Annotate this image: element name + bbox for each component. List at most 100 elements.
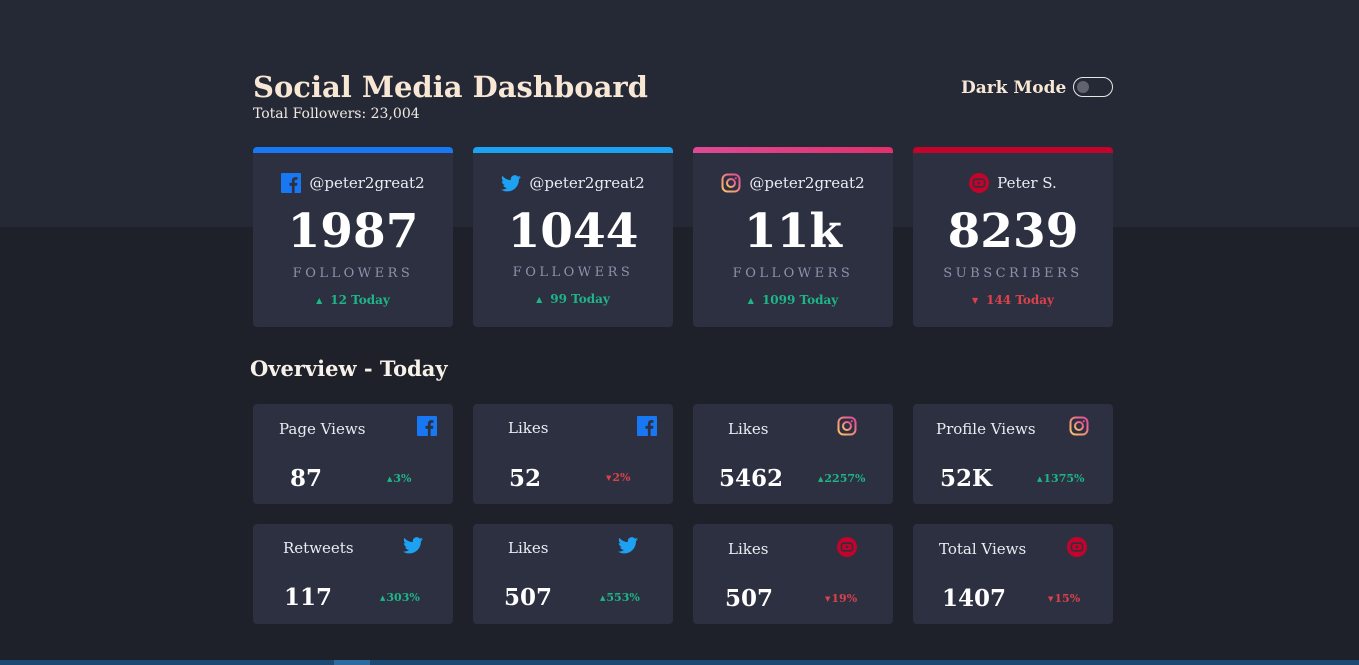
instagram-icon — [837, 416, 857, 440]
follower-label: FOLLOWERS — [732, 266, 854, 281]
arrow-down-icon: ▼ — [971, 295, 979, 305]
overview-card-change: ▼19% — [825, 592, 857, 605]
follower-count: 11k — [744, 204, 842, 259]
overview-card-instagram-likes[interactable]: Likes 5462 ▲2257% — [693, 404, 893, 504]
overview-card-value: 117 — [284, 584, 333, 611]
arrow-down-icon: ▼ — [825, 594, 831, 603]
twitter-icon — [501, 173, 522, 193]
overview-card-pct: 19% — [831, 592, 858, 605]
youtube-icon — [837, 537, 857, 561]
toggle-knob — [1077, 81, 1089, 93]
card-handle-row: Peter S. — [913, 173, 1113, 193]
follower-change-text: 1099 Today — [761, 293, 839, 307]
horizontal-scrollbar[interactable] — [0, 660, 1359, 665]
overview-card-value: 52K — [940, 465, 992, 492]
overview-card-pct: 1375% — [1043, 472, 1085, 485]
arrow-down-icon: ▼ — [1048, 594, 1054, 603]
arrow-up-icon: ▲ — [747, 295, 754, 305]
overview-card-youtube-total-views[interactable]: Total Views 1407 ▼15% — [913, 524, 1113, 624]
dashboard: Social Media Dashboard Total Followers: … — [250, 0, 1114, 665]
overview-card-label: Likes — [728, 540, 769, 558]
follower-count: 8239 — [947, 204, 1079, 259]
overview-card-label: Total Views — [939, 540, 1027, 558]
arrow-up-icon: ▲ — [818, 474, 824, 483]
follower-change: ▲ 99 Today — [473, 292, 673, 306]
follower-change: ▼ 144 Today — [913, 293, 1113, 307]
overview-card-facebook-likes[interactable]: Likes 52 ▼2% — [473, 404, 673, 504]
overview-card-value: 5462 — [719, 465, 784, 492]
card-accent-bar — [693, 147, 893, 153]
follower-card-facebook[interactable]: @peter2great2 1987 FOLLOWERS ▲ 12 Today — [253, 147, 453, 327]
overview-title: Overview - Today — [250, 356, 448, 381]
twitter-icon — [403, 537, 423, 558]
card-accent-bar — [253, 147, 453, 153]
card-handle-row: @peter2great2 — [693, 173, 893, 193]
follower-label: FOLLOWERS — [292, 266, 414, 281]
dark-mode-toggle[interactable] — [1073, 77, 1113, 97]
total-followers: Total Followers: 23,004 — [253, 106, 420, 122]
scrollbar-thumb[interactable] — [334, 660, 370, 665]
youtube-icon — [969, 173, 990, 193]
overview-card-change: ▲1375% — [1037, 472, 1084, 485]
card-handle: @peter2great2 — [309, 174, 425, 192]
overview-card-value: 507 — [725, 585, 774, 612]
overview-card-change: ▲553% — [600, 591, 640, 604]
arrow-up-icon: ▲ — [387, 474, 393, 483]
overview-card-value: 52 — [509, 465, 542, 492]
follower-change: ▲ 1099 Today — [693, 293, 893, 307]
overview-card-youtube-likes[interactable]: Likes 507 ▼19% — [693, 524, 893, 624]
follower-change-text: 99 Today — [550, 292, 610, 306]
page-title: Social Media Dashboard — [253, 70, 648, 104]
overview-card-facebook-page-views[interactable]: Page Views 87 ▲3% — [253, 404, 453, 504]
follower-change-text: 144 Today — [986, 293, 1055, 307]
card-accent-bar — [913, 147, 1113, 153]
arrow-up-icon: ▲ — [316, 295, 323, 305]
overview-card-change: ▲3% — [387, 472, 412, 485]
overview-card-twitter-retweets[interactable]: Retweets 117 ▲303% — [253, 524, 453, 624]
follower-label: SUBSCRIBERS — [943, 266, 1083, 281]
overview-card-pct: 15% — [1054, 592, 1081, 605]
overview-card-change: ▲303% — [380, 591, 420, 604]
overview-card-label: Likes — [508, 539, 549, 557]
overview-card-change: ▼2% — [606, 471, 631, 484]
follower-card-youtube[interactable]: Peter S. 8239 SUBSCRIBERS ▼ 144 Today — [913, 147, 1113, 327]
overview-card-change: ▼15% — [1048, 592, 1080, 605]
overview-card-pct: 553% — [606, 591, 640, 604]
facebook-icon — [637, 416, 657, 440]
follower-card-twitter[interactable]: @peter2great2 1044 FOLLOWERS ▲ 99 Today — [473, 147, 673, 327]
arrow-up-icon: ▲ — [600, 593, 606, 602]
instagram-icon — [1069, 416, 1089, 440]
arrow-up-icon: ▲ — [380, 593, 386, 602]
overview-card-label: Retweets — [283, 539, 354, 557]
follower-label: FOLLOWERS — [512, 265, 634, 280]
overview-card-value: 87 — [290, 465, 323, 492]
overview-card-twitter-likes[interactable]: Likes 507 ▲553% — [473, 524, 673, 624]
dark-mode-label: Dark Mode — [961, 78, 1067, 98]
overview-card-label: Profile Views — [936, 420, 1036, 438]
arrow-up-icon: ▲ — [1037, 474, 1043, 483]
overview-card-label: Likes — [508, 419, 549, 437]
card-accent-bar — [473, 147, 673, 153]
arrow-up-icon: ▲ — [536, 294, 543, 304]
follower-count: 1987 — [287, 204, 419, 259]
overview-card-pct: 3% — [393, 472, 412, 485]
arrow-down-icon: ▼ — [606, 473, 612, 482]
facebook-icon — [281, 173, 302, 193]
card-handle-row: @peter2great2 — [473, 173, 673, 193]
overview-card-pct: 303% — [386, 591, 420, 604]
overview-card-label: Page Views — [279, 420, 366, 438]
overview-card-pct: 2% — [612, 471, 631, 484]
card-handle: @peter2great2 — [749, 174, 865, 192]
overview-card-value: 507 — [504, 584, 553, 611]
instagram-icon — [721, 173, 741, 193]
follower-change: ▲ 12 Today — [253, 293, 453, 307]
card-handle-row: @peter2great2 — [253, 173, 453, 193]
card-handle: Peter S. — [997, 174, 1057, 192]
overview-card-pct: 2257% — [824, 472, 866, 485]
card-handle: @peter2great2 — [529, 174, 645, 192]
twitter-icon — [618, 537, 638, 558]
follower-card-instagram[interactable]: @peter2great2 11k FOLLOWERS ▲ 1099 Today — [693, 147, 893, 327]
youtube-icon — [1067, 537, 1087, 561]
overview-card-value: 1407 — [942, 585, 1007, 612]
overview-card-instagram-profile-views[interactable]: Profile Views 52K ▲1375% — [913, 404, 1113, 504]
